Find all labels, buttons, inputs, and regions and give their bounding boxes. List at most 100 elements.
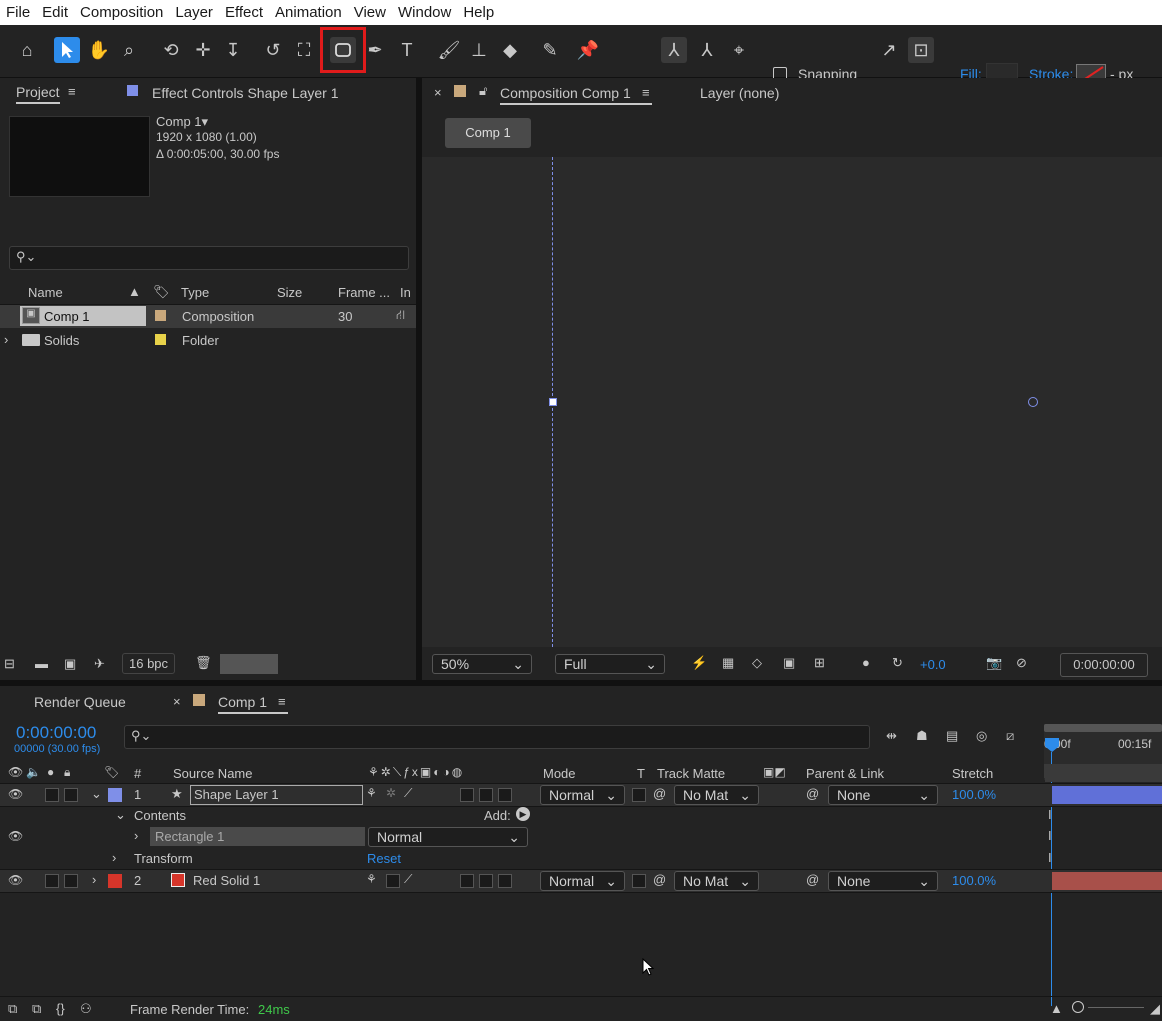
guides-icon[interactable]: ⊞ bbox=[814, 655, 825, 671]
anchor-handle[interactable] bbox=[549, 398, 557, 406]
column-in[interactable]: In bbox=[400, 285, 411, 300]
menu-composition[interactable]: Composition bbox=[74, 4, 169, 21]
lock-box[interactable] bbox=[64, 874, 78, 888]
motion-blur-icon[interactable]: ◎ bbox=[976, 728, 987, 744]
column-name[interactable]: Name bbox=[28, 285, 63, 300]
eraser-tool-icon[interactable]: ◆ bbox=[497, 37, 523, 63]
stretch-value[interactable]: 100.0% bbox=[952, 787, 996, 802]
column-track-matte[interactable]: Track Matte bbox=[657, 766, 725, 781]
preserve-transparency-box[interactable] bbox=[632, 874, 646, 888]
zoom-slider-handle[interactable] bbox=[1072, 1001, 1084, 1013]
timeline-timecode[interactable]: 0:00:00:00 bbox=[16, 723, 96, 743]
anchor-point-icon[interactable] bbox=[1028, 397, 1038, 407]
list-item[interactable]: › Solids Folder bbox=[0, 329, 416, 352]
show-snapshot-icon[interactable]: ⊘ bbox=[1016, 655, 1027, 671]
parent-dropdown[interactable]: None ⌄ bbox=[828, 785, 938, 805]
solo-switch-icon[interactable]: ● bbox=[47, 765, 54, 779]
home-icon[interactable]: ⌂ bbox=[14, 37, 40, 63]
stretch-value[interactable]: 100.0% bbox=[952, 873, 996, 888]
frame-blending-icon[interactable]: ▤ bbox=[946, 728, 958, 744]
tab-effect-controls[interactable]: Effect Controls Shape Layer 1 bbox=[152, 85, 339, 101]
selection-tool-icon[interactable] bbox=[54, 37, 80, 63]
bit-depth-button[interactable]: 16 bpc bbox=[122, 653, 176, 674]
snap-feature-icon[interactable]: ⊡ bbox=[908, 37, 934, 63]
pan-camera-icon[interactable]: ✛ bbox=[190, 37, 216, 63]
snapshot-camera-icon[interactable]: 📷 bbox=[986, 655, 1002, 671]
timeline-search-input[interactable]: ⚲⌄ bbox=[124, 725, 870, 749]
chevron-right-icon[interactable]: › bbox=[92, 872, 96, 887]
reset-link[interactable]: Reset bbox=[367, 851, 401, 866]
region-of-interest-icon[interactable]: ▣ bbox=[783, 655, 795, 671]
audio-switch-icon[interactable]: 🔈 bbox=[26, 765, 41, 779]
menu-view[interactable]: View bbox=[348, 4, 392, 21]
menu-animation[interactable]: Animation bbox=[269, 4, 348, 21]
in-out-toggle-icon[interactable]: {} bbox=[56, 1001, 65, 1016]
label-color-swatch[interactable] bbox=[155, 334, 166, 345]
shy-switch-icon[interactable]: ⚘ bbox=[366, 872, 377, 886]
matte-pickwhip-icon[interactable]: @ bbox=[653, 786, 666, 801]
track-matte-dropdown[interactable]: No Mat ⌄ bbox=[674, 785, 759, 805]
video-switch-icon[interactable]: 👁 bbox=[8, 765, 23, 779]
dolly-camera-icon[interactable]: ↧ bbox=[220, 37, 246, 63]
sort-up-icon[interactable]: ▲ bbox=[128, 284, 141, 299]
chevron-right-icon[interactable]: › bbox=[4, 332, 8, 347]
type-tool-icon[interactable]: T bbox=[394, 37, 420, 63]
work-area-bar[interactable] bbox=[1044, 724, 1162, 732]
column-source-name[interactable]: Source Name bbox=[173, 766, 252, 781]
chevron-down-icon[interactable]: ⌄ bbox=[115, 807, 126, 823]
new-folder-icon[interactable]: ▬ bbox=[35, 656, 48, 671]
graph-editor-icon[interactable]: ⧄ bbox=[1006, 728, 1014, 744]
layer-mode-dropdown[interactable]: Normal ⌄ bbox=[540, 871, 625, 891]
visibility-eye-icon[interactable]: 👁 bbox=[8, 787, 23, 801]
add-play-icon[interactable]: ▶ bbox=[516, 807, 530, 821]
pen-tool-icon[interactable]: ✒ bbox=[362, 37, 388, 63]
lock-icon[interactable]: 🔓︎ bbox=[479, 83, 487, 99]
zoom-dropdown[interactable]: 50% ⌄ bbox=[432, 654, 532, 674]
layer-duration-bar[interactable] bbox=[1052, 786, 1162, 804]
rectangle-name[interactable]: Rectangle 1 bbox=[150, 827, 365, 846]
menu-effect[interactable]: Effect bbox=[219, 4, 269, 21]
adjustment-box[interactable] bbox=[498, 788, 512, 802]
color-swatch[interactable] bbox=[220, 654, 278, 674]
chevron-right-icon[interactable]: › bbox=[112, 850, 116, 865]
interpret-footage-icon[interactable]: ⊟ bbox=[4, 656, 15, 672]
color-channels-icon[interactable]: ● bbox=[862, 655, 870, 670]
table-row[interactable]: 👁 › 2 Red Solid 1 ⚘ ⟋ Normal ⌄ @ No Mat ⌄ … bbox=[0, 869, 1162, 893]
layer-label-color[interactable] bbox=[108, 874, 122, 888]
layer-name-field[interactable]: Shape Layer 1 bbox=[190, 785, 363, 805]
close-icon[interactable]: × bbox=[434, 85, 442, 100]
solo-box[interactable] bbox=[45, 788, 59, 802]
comp-viewer[interactable] bbox=[422, 157, 1162, 647]
roto-brush-icon[interactable]: ✎ bbox=[537, 37, 563, 63]
menu-layer[interactable]: Layer bbox=[169, 4, 219, 21]
transfer-controls-toggle-icon[interactable]: ⧉ bbox=[32, 1001, 41, 1017]
collapse-switch-icon[interactable]: ✲ bbox=[386, 786, 396, 800]
menu-edit[interactable]: Edit bbox=[36, 4, 74, 21]
comp-name[interactable]: Comp 1▾ bbox=[156, 114, 208, 130]
menu-window[interactable]: Window bbox=[392, 4, 457, 21]
layer-label-color[interactable] bbox=[108, 788, 122, 802]
layer-mode-dropdown[interactable]: Normal ⌄ bbox=[540, 785, 625, 805]
lock-switch-icon[interactable]: 🔒︎ bbox=[64, 765, 70, 780]
track-matte-dropdown[interactable]: No Mat ⌄ bbox=[674, 871, 759, 891]
current-time-display[interactable]: 0:00:00:00 bbox=[1060, 653, 1148, 677]
parent-pickwhip-icon[interactable]: @ bbox=[806, 872, 819, 887]
zoom-tool-icon[interactable]: ⌕ bbox=[116, 37, 142, 63]
table-row[interactable]: 👁 › Rectangle 1 Normal ⌄ I bbox=[0, 826, 1162, 848]
mask-visibility-icon[interactable]: ◇ bbox=[752, 655, 762, 671]
panel-menu-icon[interactable]: ≡ bbox=[642, 85, 650, 100]
comp-flowchart-icon[interactable]: ⇹ bbox=[886, 728, 897, 744]
column-stretch[interactable]: Stretch bbox=[952, 766, 993, 781]
chevron-down-icon[interactable]: ⌄ bbox=[91, 786, 102, 802]
effect-switch-box[interactable] bbox=[460, 874, 474, 888]
layer-duration-bar[interactable] bbox=[1052, 872, 1162, 890]
zoom-out-icon[interactable]: ▲ bbox=[1050, 1001, 1063, 1016]
reset-exposure-icon[interactable]: ↻ bbox=[892, 655, 903, 671]
render-icon[interactable]: ✈ bbox=[94, 656, 105, 672]
column-frame[interactable]: Frame ... bbox=[338, 285, 390, 300]
parent-dropdown[interactable]: None ⌄ bbox=[828, 871, 938, 891]
column-type[interactable]: Type bbox=[181, 285, 209, 300]
visibility-eye-icon[interactable]: 👁 bbox=[8, 829, 23, 843]
rectangle-mode-dropdown[interactable]: Normal ⌄ bbox=[368, 827, 528, 847]
visibility-eye-icon[interactable]: 👁 bbox=[8, 873, 23, 887]
